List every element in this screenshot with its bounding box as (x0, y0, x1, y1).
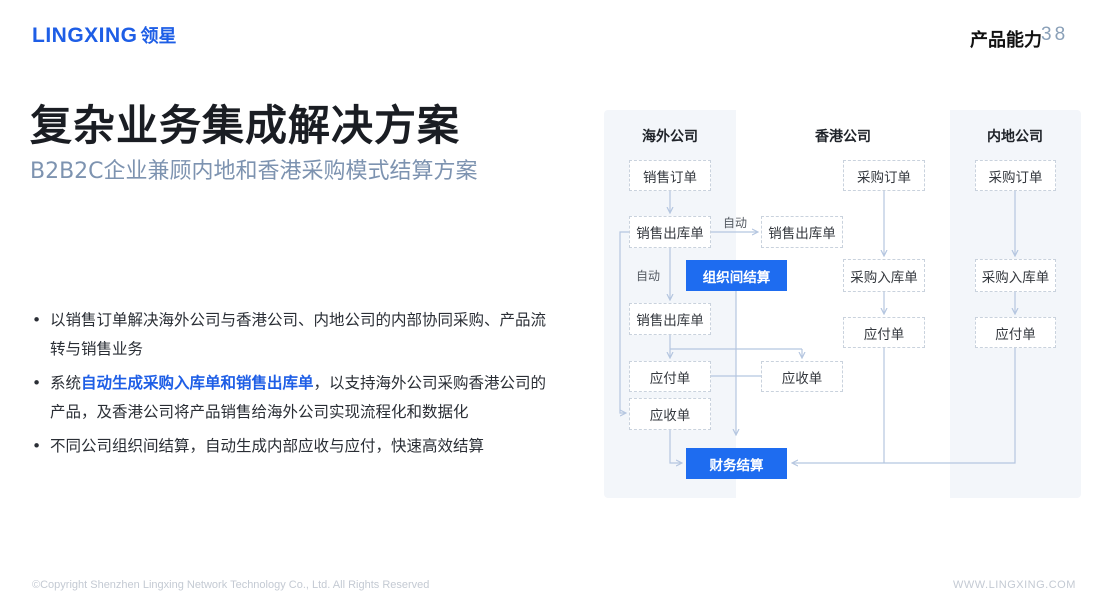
flow-connectors (619, 191, 1115, 612)
column-header-overseas: 海外公司 (642, 129, 698, 145)
overseas-receivable: 应收单 (629, 398, 711, 430)
hk-sales-outbound: 销售出库单 (761, 216, 843, 248)
hk-purchase-order: 采购订单 (843, 160, 925, 191)
hk-receivable: 应收单 (761, 361, 843, 392)
mainland-payable: 应付单 (975, 317, 1056, 348)
overseas-sales-outbound: 销售出库单 (629, 216, 711, 248)
copyright-text: ©Copyright Shenzhen Lingxing Network Tec… (32, 579, 430, 591)
hk-payable: 应付单 (843, 317, 925, 348)
overseas-sales-outbound-2: 销售出库单 (629, 303, 711, 335)
overseas-sales-order: 销售订单 (629, 160, 711, 191)
mainland-purchase-order: 采购订单 (975, 160, 1056, 191)
auto-label: 自动 (723, 216, 748, 230)
inter-org-settlement: 组织间结算 (686, 260, 787, 291)
website-link[interactable]: WWW.LINGXING.COM (953, 579, 1076, 591)
hk-purchase-inbound: 采购入库单 (843, 259, 925, 292)
auto-label: 自动 (636, 269, 661, 283)
overseas-payable: 应付单 (629, 361, 711, 392)
financial-settlement: 财务结算 (686, 448, 787, 479)
column-header-mainland: 内地公司 (987, 129, 1043, 145)
mainland-purchase-inbound: 采购入库单 (975, 259, 1056, 292)
column-header-hongkong: 香港公司 (815, 129, 871, 145)
